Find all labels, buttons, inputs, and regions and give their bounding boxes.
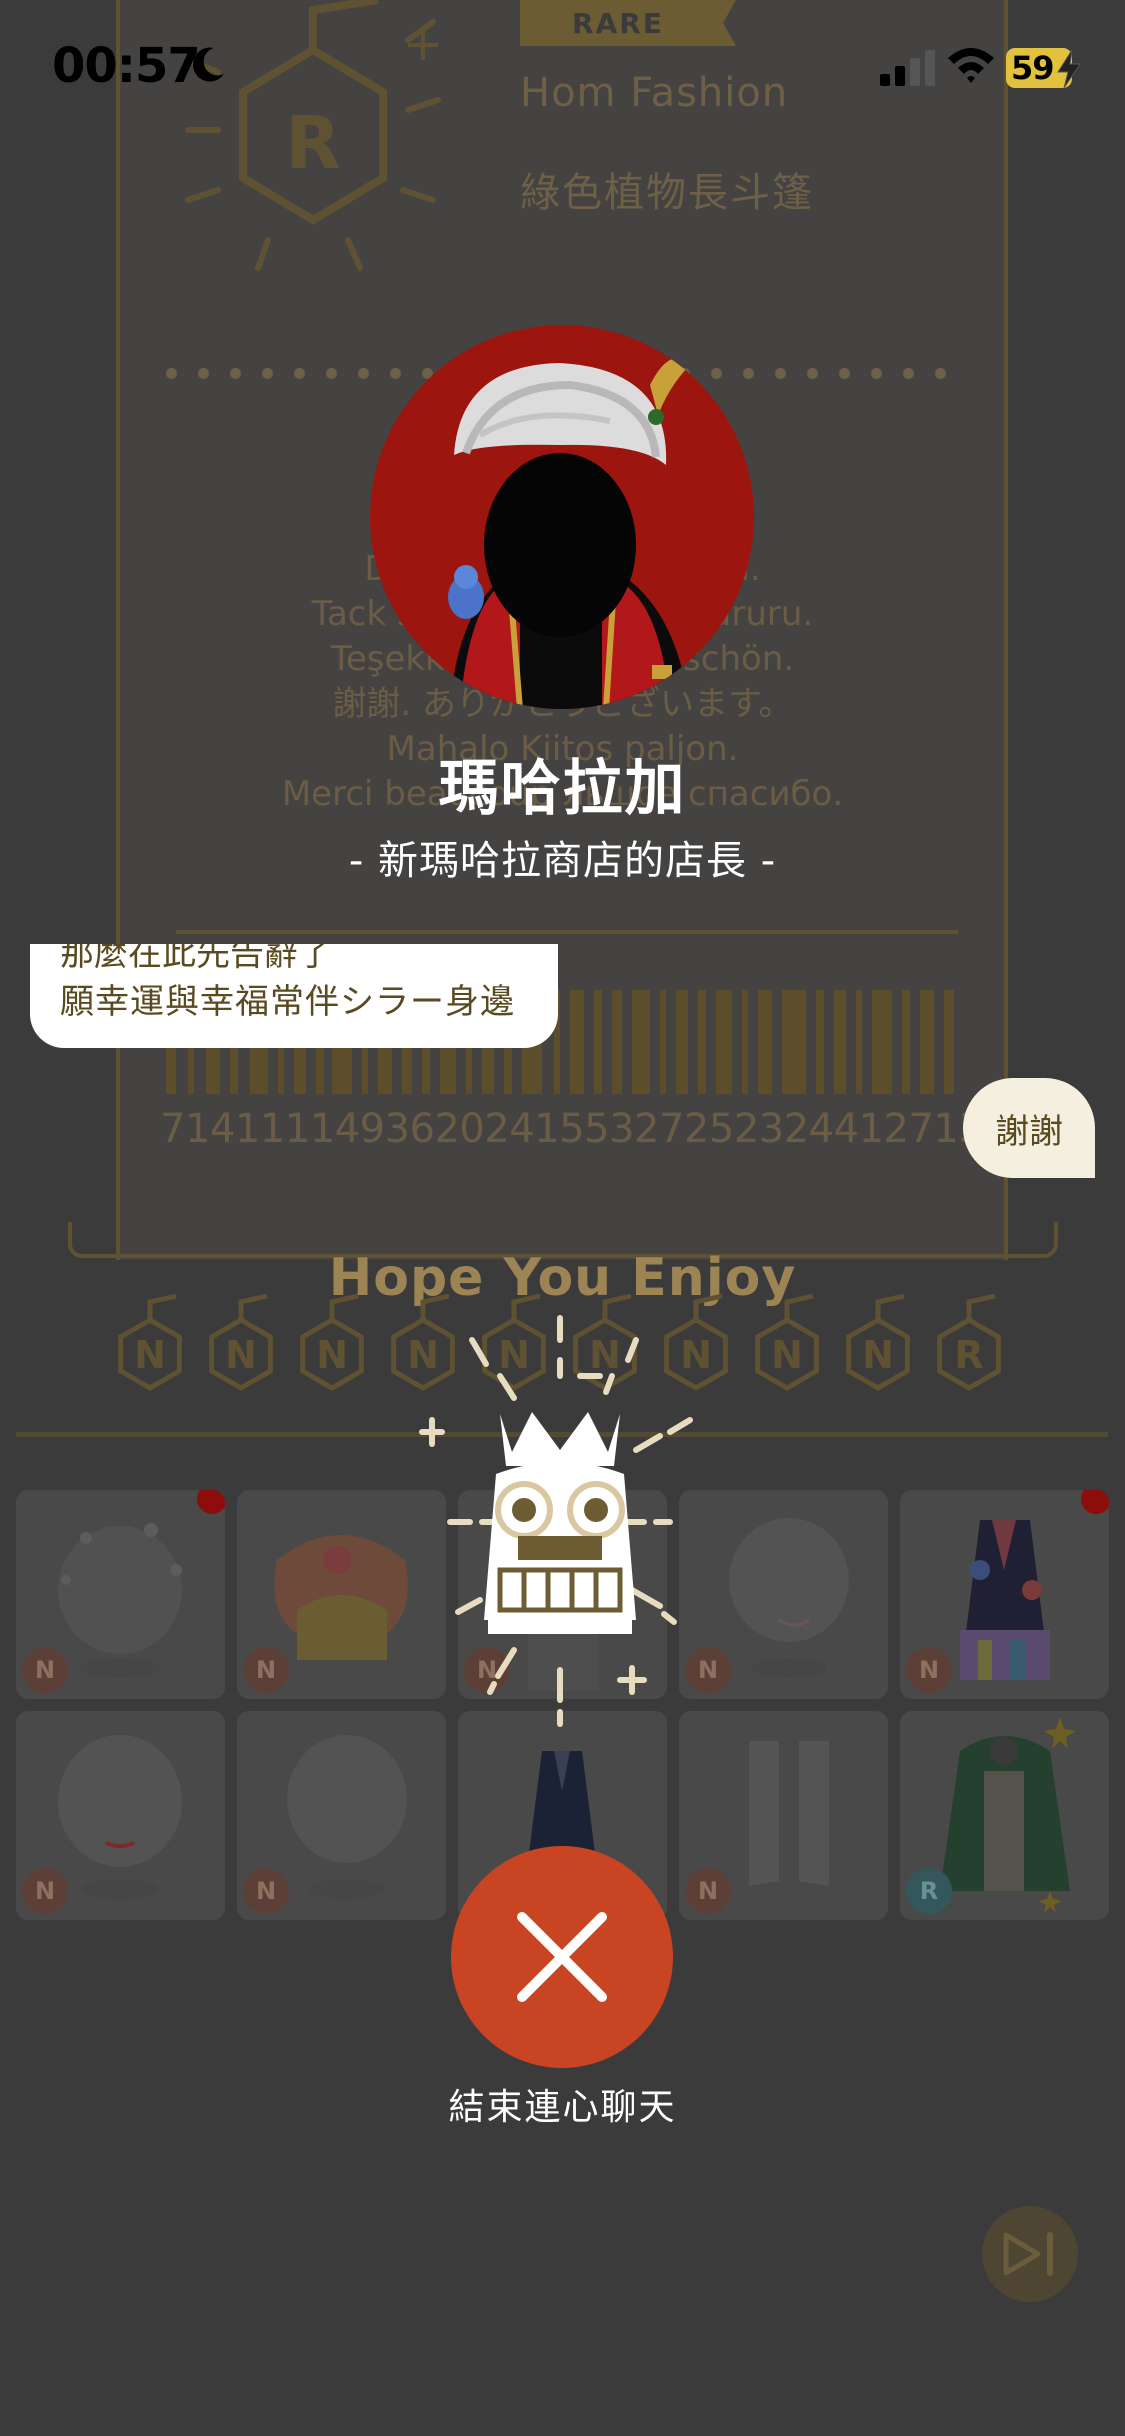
npc-chat-bubble: 那麼在此先告辭了 願幸運與幸福常伴シラー身邊 [30, 944, 558, 1048]
charging-bolt-icon [1057, 50, 1081, 88]
barcode-number: 71411114936202415532725232441271333 [160, 1106, 1034, 1152]
skip-button[interactable] [982, 2206, 1078, 2302]
rarity-badge: N [22, 1868, 68, 1914]
grid-item-6[interactable]: N [16, 1711, 225, 1920]
close-icon [517, 1912, 607, 2002]
grade-hex-3: N [300, 1293, 364, 1391]
npc-previous-message: 那麼在此先告辭了 [60, 944, 332, 974]
user-reply-bubble[interactable]: 謝謝 [963, 1078, 1095, 1178]
rarity-emblem-icon: R [185, 0, 441, 271]
grid-item-5[interactable]: N [900, 1490, 1109, 1699]
brand-name: Hom Fashion [520, 70, 789, 116]
grid-item-7[interactable]: N [237, 1711, 446, 1920]
receipt-divider [176, 930, 958, 934]
grade-hex-1: N [118, 1293, 182, 1391]
moon-icon [192, 47, 224, 82]
rarity-badge: N [243, 1647, 289, 1693]
rarity-badge: N [22, 1647, 68, 1693]
rarity-badge: N [685, 1868, 731, 1914]
crown-mascot-icon [419, 1315, 693, 1727]
grade-letter: N [316, 1333, 348, 1377]
grade-letter: R [954, 1333, 983, 1377]
grid-item-1[interactable]: N [16, 1490, 225, 1699]
grade-letter: N [225, 1333, 257, 1377]
grade-letter: N [862, 1333, 894, 1377]
grid-item-9[interactable]: N [679, 1711, 888, 1920]
grade-hex-9: N [846, 1293, 910, 1391]
grid-item-10[interactable]: R [900, 1711, 1109, 1920]
battery-level: 59 [1011, 49, 1055, 87]
end-chat-button[interactable] [451, 1846, 673, 2068]
rarity-badge: R [906, 1868, 952, 1914]
skip-forward-icon [1003, 2232, 1053, 2276]
grade-hex-10: R [937, 1293, 1001, 1391]
svg-text:R: R [285, 101, 340, 185]
cellular-signal-icon [880, 50, 935, 86]
character-title: - 新瑪哈拉商店的店長 - [348, 838, 777, 884]
npc-message: 願幸運與幸福常伴シラー身邊 [60, 982, 515, 1022]
character-avatar [370, 325, 754, 709]
rarity-badge: N [243, 1868, 289, 1914]
rarity-tag: RARE [520, 0, 736, 46]
item-name: 綠色植物長斗篷 [520, 170, 814, 216]
grade-hex-2: N [209, 1293, 273, 1391]
grade-hex-8: N [755, 1293, 819, 1391]
character-name: 瑪哈拉加 [438, 754, 687, 824]
grade-letter: N [771, 1333, 803, 1377]
wifi-icon [948, 48, 994, 83]
status-time: 00:57 [52, 38, 201, 94]
rarity-badge: N [906, 1647, 952, 1693]
maharaja-portrait-icon [448, 358, 690, 709]
grade-letter: N [134, 1333, 166, 1377]
end-chat-label: 結束連心聊天 [448, 2087, 677, 2128]
